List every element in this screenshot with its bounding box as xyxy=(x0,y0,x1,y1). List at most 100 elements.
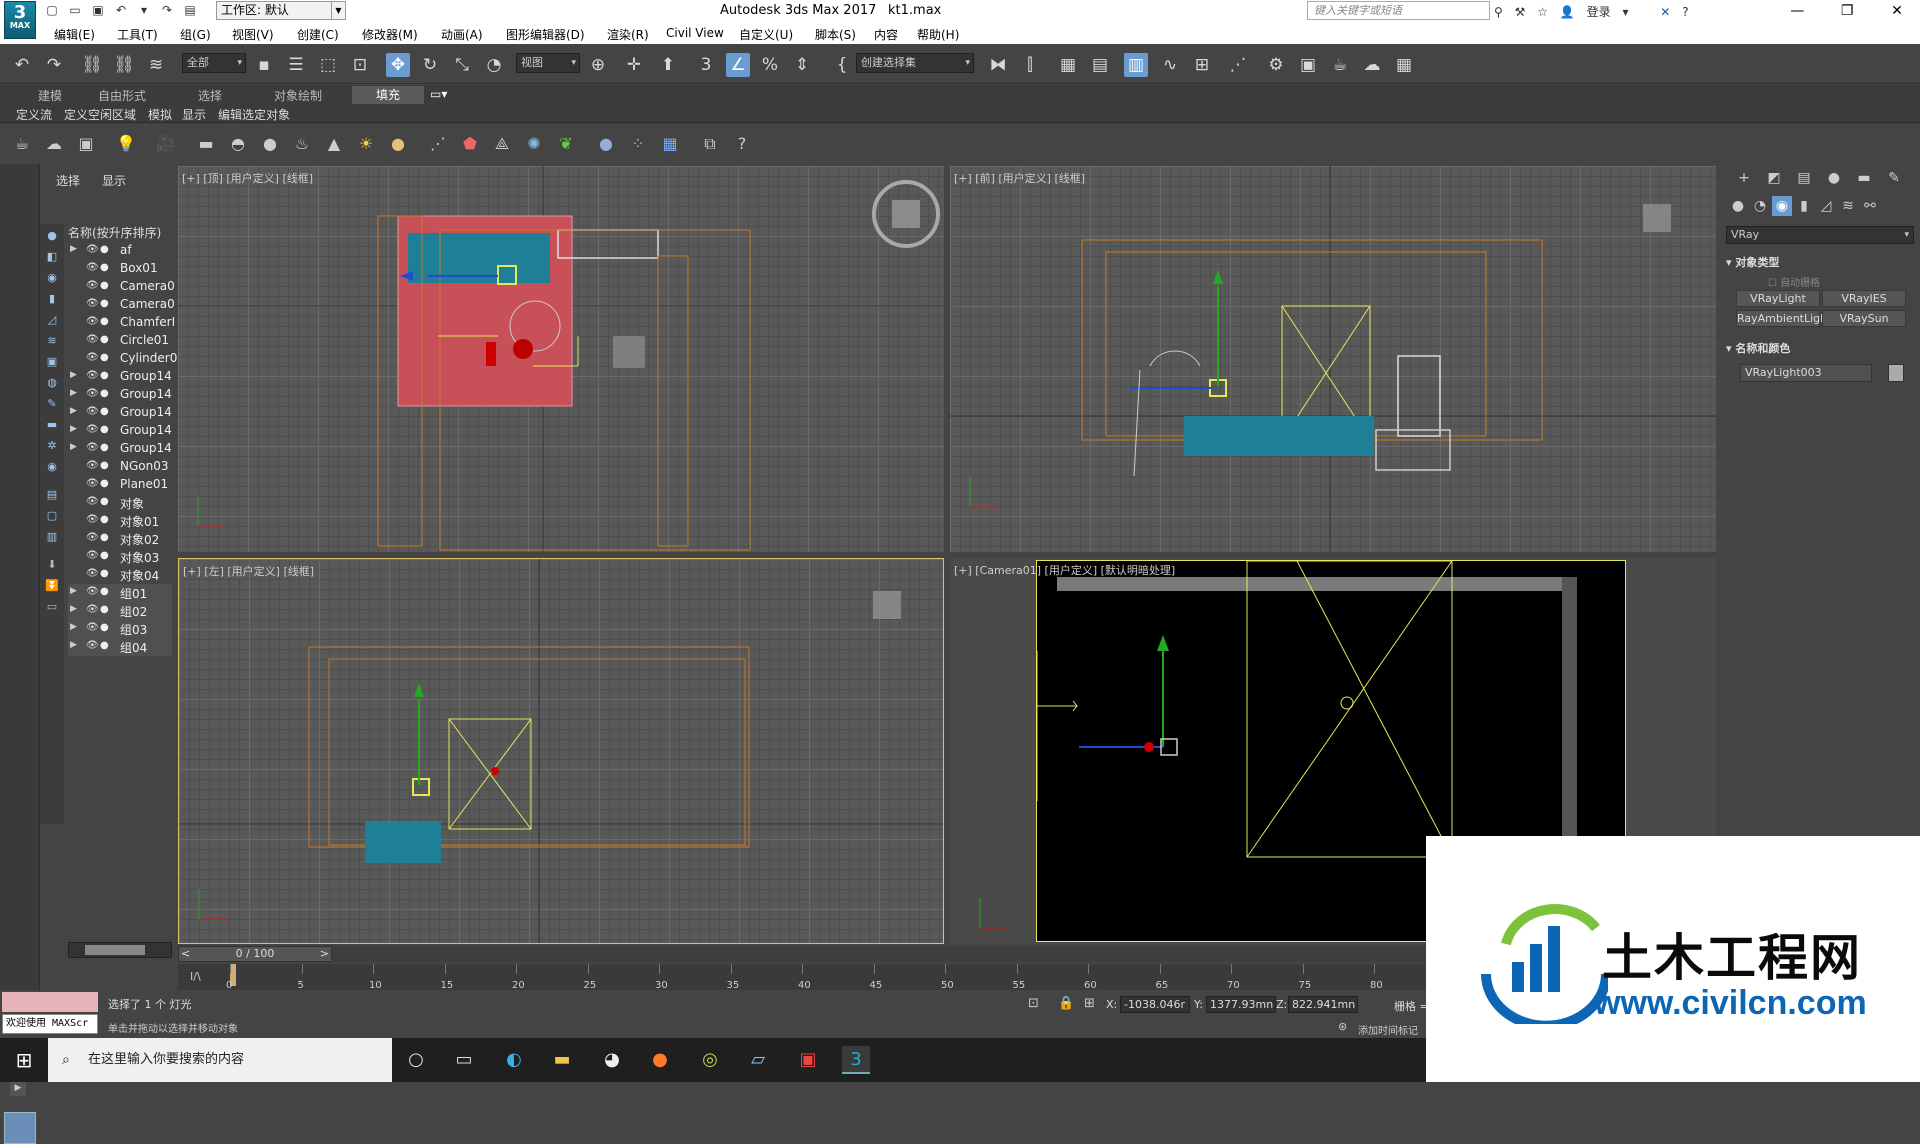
eye-icon[interactable]: 👁 xyxy=(86,640,99,651)
render-cloud-icon[interactable]: ☁ xyxy=(1360,53,1384,77)
helpers-icon[interactable]: ◿ xyxy=(1816,196,1836,216)
folder-icon[interactable]: ▭ xyxy=(43,598,61,616)
eye-icon[interactable]: 👁 xyxy=(86,298,99,309)
lock-icon[interactable]: 🔒 xyxy=(1058,996,1074,1011)
toggle-ribbon-icon[interactable]: ▥ xyxy=(1124,53,1148,77)
bind-space-warp-icon[interactable]: ≋ xyxy=(144,53,168,77)
expand-triangle-icon[interactable]: ▶ xyxy=(70,424,77,434)
explorer-tab-display[interactable]: 显示 xyxy=(102,172,126,189)
curve-editor-mini-icon[interactable]: Ⅰ/\ xyxy=(190,970,201,983)
light-icon[interactable]: 💡 xyxy=(114,132,138,156)
explorer-row[interactable]: 👁 ● ChamferI xyxy=(68,314,175,332)
systems-icon[interactable]: ⚯ xyxy=(1860,196,1880,216)
cortana-icon[interactable]: ○ xyxy=(402,1046,430,1074)
eye-icon[interactable]: 👁 xyxy=(86,622,99,633)
cloud-icon[interactable]: ☁ xyxy=(42,132,66,156)
container-filter-icon[interactable]: ▬ xyxy=(43,416,61,434)
hidden-filter-icon[interactable]: ◉ xyxy=(43,458,61,476)
select-move-icon[interactable]: ✥ xyxy=(386,53,410,77)
viewport-label-front[interactable]: [+] [前] [用户定义] [线框] xyxy=(954,170,1085,186)
vfb-icon[interactable]: ▦ xyxy=(658,132,682,156)
absolute-mode-icon[interactable]: ⊞ xyxy=(1084,996,1095,1011)
bone-filter-icon[interactable]: ✎ xyxy=(43,395,61,413)
explorer-row[interactable]: ▶ 👁 ● 组01 xyxy=(68,584,172,602)
explorer-row[interactable]: ▶ 👁 ● Group14 xyxy=(68,440,172,458)
dome-icon[interactable]: ◓ xyxy=(226,132,250,156)
spacewarp-filter-icon[interactable]: ≋ xyxy=(43,332,61,350)
viewcube-front[interactable] xyxy=(1643,204,1671,232)
scene-explorer-icon[interactable]: ▦ xyxy=(1056,53,1080,77)
frozen-filter-icon[interactable]: ✲ xyxy=(43,437,61,455)
eye-icon[interactable]: 👁 xyxy=(86,442,99,453)
object-name-input[interactable]: VRayLight003 xyxy=(1740,364,1872,382)
project-icon[interactable]: ▤ xyxy=(182,2,198,18)
invert-filter-icon[interactable]: ▥ xyxy=(43,528,61,546)
sphere-light-icon[interactable]: ● xyxy=(258,132,282,156)
explorer-row[interactable]: ▶ 👁 ● 组02 xyxy=(68,602,172,620)
selection-filter-select[interactable]: 全部 xyxy=(182,53,246,73)
eye-icon[interactable]: 👁 xyxy=(86,478,99,489)
redo-icon[interactable]: ↷ xyxy=(42,53,66,77)
cameras-icon[interactable]: ▮ xyxy=(1794,196,1814,216)
sun-sphere-icon[interactable]: ● xyxy=(386,132,410,156)
maxscript-mini-listener[interactable] xyxy=(2,992,98,1012)
tab-object-paint[interactable]: 对象绘制 xyxy=(274,87,322,104)
viewcube-left[interactable] xyxy=(873,591,901,619)
eye-icon[interactable]: 👁 xyxy=(86,604,99,615)
eye-icon[interactable]: 👁 xyxy=(86,460,99,471)
material-editor-icon[interactable]: ⋰ xyxy=(1226,53,1250,77)
light-category-select[interactable]: VRay xyxy=(1726,226,1914,244)
menu-civil-view[interactable]: Civil View xyxy=(666,26,724,40)
eye-icon[interactable]: 👁 xyxy=(86,406,99,417)
render-setup-icon[interactable]: ⚙ xyxy=(1264,53,1288,77)
reference-coord-select[interactable]: 视图 xyxy=(516,53,580,73)
explorer-row[interactable]: 👁 ● Camera0 xyxy=(68,296,175,314)
select-manipulate-icon[interactable]: ✛ xyxy=(622,53,646,77)
menu-content[interactable]: 内容 xyxy=(874,26,898,43)
tv-cabinet-object[interactable] xyxy=(557,229,659,259)
spinner-snap-icon[interactable]: ⇕ xyxy=(790,53,814,77)
expand-triangle-icon[interactable]: ▶ xyxy=(70,604,77,614)
select-scale-icon[interactable]: ⤡ xyxy=(450,53,474,77)
viewport-label-left[interactable]: [+] [左] [用户定义] [线框] xyxy=(183,563,314,579)
menu-group[interactable]: 组(G) xyxy=(180,26,211,43)
mirror-icon[interactable]: ⧓ xyxy=(986,53,1010,77)
explorer-row[interactable]: 👁 ● 对象 xyxy=(68,494,172,512)
chat-app-icon[interactable]: ◕ xyxy=(598,1046,626,1074)
explorer-row[interactable]: ▶ 👁 ● 组03 xyxy=(68,620,172,638)
explorer-row[interactable]: 👁 ● Camera0 xyxy=(68,278,175,296)
shapes-icon[interactable]: ◔ xyxy=(1750,196,1770,216)
explorer-scrollbar[interactable] xyxy=(68,942,172,958)
tab-modeling[interactable]: 建模 xyxy=(38,87,62,104)
edit-selected-button[interactable]: 编辑选定对象 xyxy=(218,106,290,123)
explorer-row[interactable]: ▶ 👁 ● Group14 xyxy=(68,422,172,440)
search-input[interactable]: 键入关键字或短语 xyxy=(1307,1,1490,20)
expand-triangle-icon[interactable]: ▶ xyxy=(70,586,77,596)
rect-selection-icon[interactable]: ⬚ xyxy=(316,53,340,77)
schematic-view-icon[interactable]: ⊞ xyxy=(1190,53,1214,77)
menu-help[interactable]: 帮助(H) xyxy=(917,26,959,43)
explorer-row[interactable]: ▶ 👁 ● 组04 xyxy=(68,638,172,656)
close-icon[interactable]: ✕ xyxy=(1874,0,1920,22)
z-coordinate-input[interactable]: 822.941mn xyxy=(1288,996,1358,1013)
eye-icon[interactable]: 👁 xyxy=(86,334,99,345)
login-dropdown-icon[interactable]: ▾ xyxy=(1622,5,1628,19)
group-filter-icon[interactable]: ▣ xyxy=(43,353,61,371)
viewport-top[interactable]: [+] [顶] [用户定义] [线框] xyxy=(178,166,944,552)
keyboard-shortcut-icon[interactable]: ⬆ xyxy=(656,53,680,77)
star-icon[interactable]: ☆ xyxy=(1537,5,1548,19)
modify-tab-icon[interactable]: ◩ xyxy=(1764,168,1784,188)
ribbon-options-icon[interactable]: ▭▾ xyxy=(430,87,447,101)
display-tab-icon[interactable]: ▬ xyxy=(1854,168,1874,188)
viewcube[interactable] xyxy=(892,200,920,228)
windows-start-icon[interactable]: ⊞ xyxy=(0,1038,48,1082)
material-ball-icon[interactable]: ✺ xyxy=(522,132,546,156)
select-object-icon[interactable]: ▪ xyxy=(252,53,276,77)
all-filter-icon[interactable]: ▤ xyxy=(43,486,61,504)
firefox-icon[interactable]: ● xyxy=(646,1046,674,1074)
color-dots-icon[interactable]: ⁘ xyxy=(626,132,650,156)
tab-freeform[interactable]: 自由形式 xyxy=(98,87,146,104)
file-explorer-icon[interactable]: ▬ xyxy=(548,1046,576,1074)
redo-icon[interactable]: ↷ xyxy=(159,2,175,18)
menu-edit[interactable]: 编辑(E) xyxy=(54,26,95,43)
